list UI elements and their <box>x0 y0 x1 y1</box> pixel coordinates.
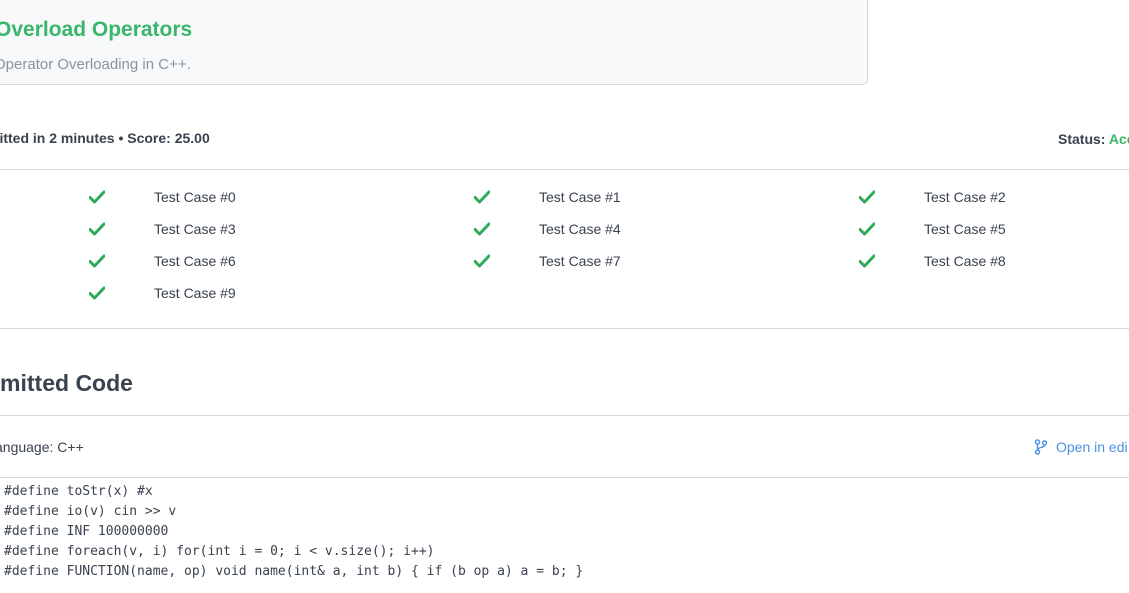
test-case-label: Test Case #8 <box>924 253 1006 269</box>
check-icon <box>474 222 490 236</box>
test-case-label: Test Case #5 <box>924 221 1006 237</box>
code-branch-icon <box>1034 439 1048 455</box>
submission-status: Status: Acc <box>1058 131 1129 147</box>
check-icon <box>89 190 105 204</box>
test-case-label: Test Case #6 <box>154 253 236 269</box>
check-icon <box>89 286 105 300</box>
test-case-label: Test Case #9 <box>154 285 236 301</box>
test-case-label: Test Case #2 <box>924 189 1006 205</box>
test-case-label: Test Case #0 <box>154 189 236 205</box>
code-line: #define FUNCTION(name, op) void name(int… <box>4 564 584 579</box>
challenge-subtitle: Operator Overloading in C++. <box>0 56 191 73</box>
divider <box>0 415 1129 416</box>
open-in-editor-label: Open in edi <box>1056 439 1128 455</box>
divider <box>0 169 1129 170</box>
test-case-label: Test Case #7 <box>539 253 621 269</box>
code-line: #define foreach(v, i) for(int i = 0; i <… <box>4 544 435 559</box>
submission-page: Overload Operators Operator Overloading … <box>0 0 1129 593</box>
code-line: #define toStr(x) #x <box>4 484 153 499</box>
check-icon <box>474 254 490 268</box>
submission-info: mitted in 2 minutes • Score: 25.00 <box>0 130 210 146</box>
challenge-title[interactable]: Overload Operators <box>0 18 192 42</box>
test-case-label: Test Case #1 <box>539 189 621 205</box>
check-icon <box>859 222 875 236</box>
test-case-label: Test Case #4 <box>539 221 621 237</box>
submitted-code-heading: bmitted Code <box>0 370 133 396</box>
check-icon <box>89 222 105 236</box>
code-line: #define INF 100000000 <box>4 524 169 539</box>
divider <box>0 328 1129 329</box>
language-label: anguage: C++ <box>0 439 84 455</box>
test-case-label: Test Case #3 <box>154 221 236 237</box>
status-label: Status: <box>1058 131 1109 147</box>
check-icon <box>859 190 875 204</box>
open-in-editor-link[interactable]: Open in edi <box>1034 439 1128 455</box>
status-value: Acc <box>1108 131 1129 147</box>
check-icon <box>89 254 105 268</box>
check-icon <box>474 190 490 204</box>
check-icon <box>859 254 875 268</box>
code-line: #define io(v) cin >> v <box>4 504 177 519</box>
code-block[interactable]: #define toStr(x) #x #define io(v) cin >>… <box>0 478 1129 593</box>
